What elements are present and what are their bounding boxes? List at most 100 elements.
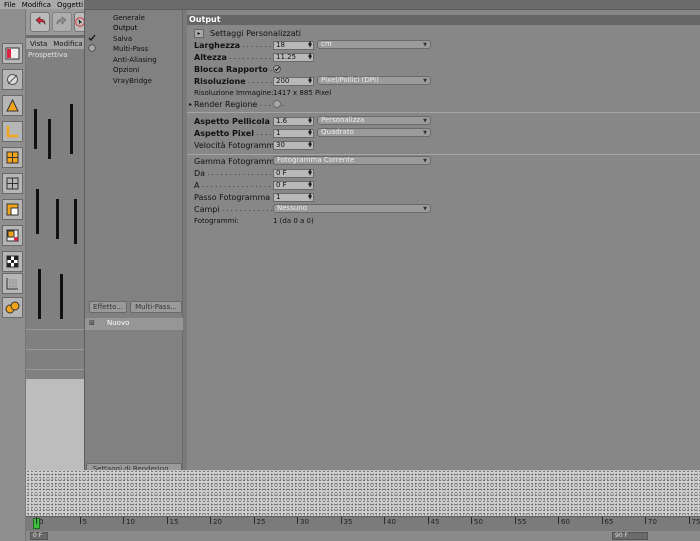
spinner-icon[interactable]: ▲ ▼ (308, 53, 312, 61)
timeline-tick (427, 517, 429, 524)
timeline-tick-label: 0 (39, 518, 44, 526)
nav-item-multipass[interactable]: Multi-Pass (113, 45, 148, 53)
expand-arrow-icon[interactable]: ▸ (189, 101, 192, 108)
timeline-tick-label: 15 (169, 518, 179, 526)
item-visibility-icon[interactable]: ⊠ (89, 319, 95, 327)
pixel-aspect-dropdown[interactable]: Quadrato ▼ (317, 128, 431, 137)
menu-oggetti[interactable]: Oggetti (57, 1, 83, 9)
lock-ratio-checkbox-icon[interactable] (273, 65, 281, 73)
timeline-ruler[interactable]: 0 5 10 15 20 25 30 35 40 45 50 55 60 65 70 75 (26, 516, 700, 531)
film-aspect-dropdown[interactable]: Personalizza ▼ (317, 116, 431, 125)
render-region-checkbox[interactable] (273, 100, 281, 108)
nav-item-output[interactable]: Output (113, 24, 137, 32)
timeline-tick-label: 20 (213, 518, 222, 526)
dropdown-arrow-icon: ▼ (423, 158, 427, 164)
nav-item-opzioni[interactable]: Opzioni (113, 66, 139, 74)
grid-snap-icon[interactable] (2, 273, 23, 294)
timeline-tick-label: 5 (82, 518, 87, 526)
model-tool-icon[interactable] (2, 69, 23, 90)
timeline-tick (166, 517, 168, 524)
film-aspect-field[interactable]: 1.6 ▲ ▼ (273, 117, 314, 126)
dropdown-arrow-icon: ▼ (423, 42, 427, 48)
timeline-tick (36, 517, 37, 524)
dropdown-arrow-icon: ▼ (423, 118, 427, 124)
edge-tool-icon[interactable] (2, 121, 23, 142)
resolution-row: Risoluzione . . . . . . . . (194, 76, 281, 86)
resolution-field[interactable]: 200 ▲ ▼ (273, 77, 314, 86)
sculpt-tool-icon[interactable] (2, 297, 23, 318)
timeline-tick-label: 55 (517, 518, 527, 526)
spinner-icon[interactable]: ▲ ▼ (308, 141, 312, 149)
viewport-label: Prospettiva (28, 51, 68, 59)
app-root: File Modifica Oggetti Vista Modifica Ca … (0, 0, 700, 541)
fields-dropdown[interactable]: Nessuno ▼ (273, 204, 431, 213)
pixel-aspect-label: Aspetto Pixel (194, 128, 254, 138)
multipass-list: ⊠ Nuovo (85, 318, 183, 330)
timeline-tick (297, 517, 298, 524)
play-icon[interactable]: ▸ (194, 28, 204, 38)
viewport[interactable]: Prospettiva (26, 49, 86, 480)
to-field[interactable]: 0 F ▲ ▼ (273, 181, 314, 190)
frame-range-dropdown[interactable]: Fotogramma Corrente ▼ (273, 156, 431, 165)
pixel-aspect-row: Aspetto Pixel . . . . . . (194, 128, 281, 138)
viewport-menu-modifica[interactable]: Modifica (53, 40, 82, 48)
dropdown-arrow-icon: ▼ (423, 130, 427, 136)
width-field[interactable]: 18 ▲ ▼ (273, 41, 314, 50)
nav-item-vraybridge[interactable]: VrayBridge (113, 77, 152, 85)
render-settings-nav: Generale Output Salva Multi-Pass Anti-Al… (85, 10, 183, 477)
timeline-tick (645, 517, 646, 524)
spinner-icon[interactable]: ▲ ▼ (308, 129, 312, 137)
width-unit-dropdown[interactable]: cm ▼ (317, 40, 431, 49)
checker-tool-icon[interactable] (2, 251, 23, 272)
checkmark-icon[interactable] (88, 34, 96, 42)
separator (187, 112, 700, 113)
viewport-layout-icon[interactable] (2, 43, 23, 64)
multipass-button[interactable]: Multi-Pass... (130, 301, 182, 313)
viewport-menu-vista[interactable]: Vista (30, 40, 47, 48)
timeline-tick-label: 25 (256, 518, 266, 526)
list-item-nuovo[interactable]: Nuovo (107, 319, 129, 327)
preset-row: ▸ Settaggi Personalizzati (194, 28, 301, 38)
spinner-icon[interactable]: ▲ ▼ (308, 193, 312, 201)
end-frame-field[interactable]: 90 F (612, 532, 648, 540)
nav-item-generale[interactable]: Generale (113, 14, 145, 22)
spinner-icon[interactable]: ▲ ▼ (308, 117, 312, 125)
menu-file[interactable]: File (4, 1, 16, 9)
spinner-icon[interactable]: ▲ ▼ (308, 169, 312, 177)
from-label: Da (194, 168, 206, 178)
redo-icon[interactable] (52, 12, 72, 32)
uv-tool-icon[interactable] (2, 225, 23, 246)
undo-icon[interactable] (30, 12, 50, 32)
timeline-tick-label: 45 (430, 518, 440, 526)
spinner-icon[interactable]: ▲ ▼ (308, 181, 312, 189)
lock-ratio-label: Blocca Rapporto (194, 64, 268, 74)
building-window (74, 199, 77, 244)
polygon-tool-icon[interactable] (2, 95, 23, 116)
resolution-unit-dropdown[interactable]: Pixel/Pollici (DPI) ▼ (317, 76, 431, 85)
building-window (70, 104, 73, 154)
pixel-aspect-field[interactable]: 1 ▲ ▼ (273, 129, 314, 138)
nav-item-antialiasing[interactable]: Anti-Aliasing (113, 56, 157, 64)
effect-button[interactable]: Effetto... (89, 301, 127, 313)
points-tool-icon[interactable] (2, 147, 23, 168)
spinner-icon[interactable]: ▲ ▼ (308, 41, 312, 49)
left-toolbar (0, 9, 26, 541)
spinner-icon[interactable]: ▲ ▼ (308, 77, 312, 85)
nav-item-salva[interactable]: Salva (113, 35, 132, 43)
frame-step-field[interactable]: 1 ▲ ▼ (273, 193, 314, 202)
object-tool-icon[interactable] (2, 199, 23, 220)
timeline-tick (514, 517, 516, 524)
leader-dots: . . . . . . . . . . . (226, 53, 276, 61)
fields-label: Campi (194, 204, 220, 214)
dropdown-arrow-icon: ▼ (423, 78, 427, 84)
timeline-tick-label: 40 (387, 518, 396, 526)
height-field[interactable]: 11.25 ▲ ▼ (273, 53, 314, 62)
preset-label[interactable]: Settaggi Personalizzati (210, 29, 301, 38)
from-field[interactable]: 0 F ▲ ▼ (273, 169, 314, 178)
menu-modifica[interactable]: Modifica (22, 1, 51, 9)
start-frame-field[interactable]: 0 F (30, 532, 48, 540)
frame-rate-field[interactable]: 30 ▲ ▼ (273, 141, 314, 150)
texture-tool-icon[interactable] (2, 173, 23, 194)
render-region-label: Render Regione (194, 99, 258, 109)
toggle-circle-icon[interactable] (88, 44, 96, 52)
